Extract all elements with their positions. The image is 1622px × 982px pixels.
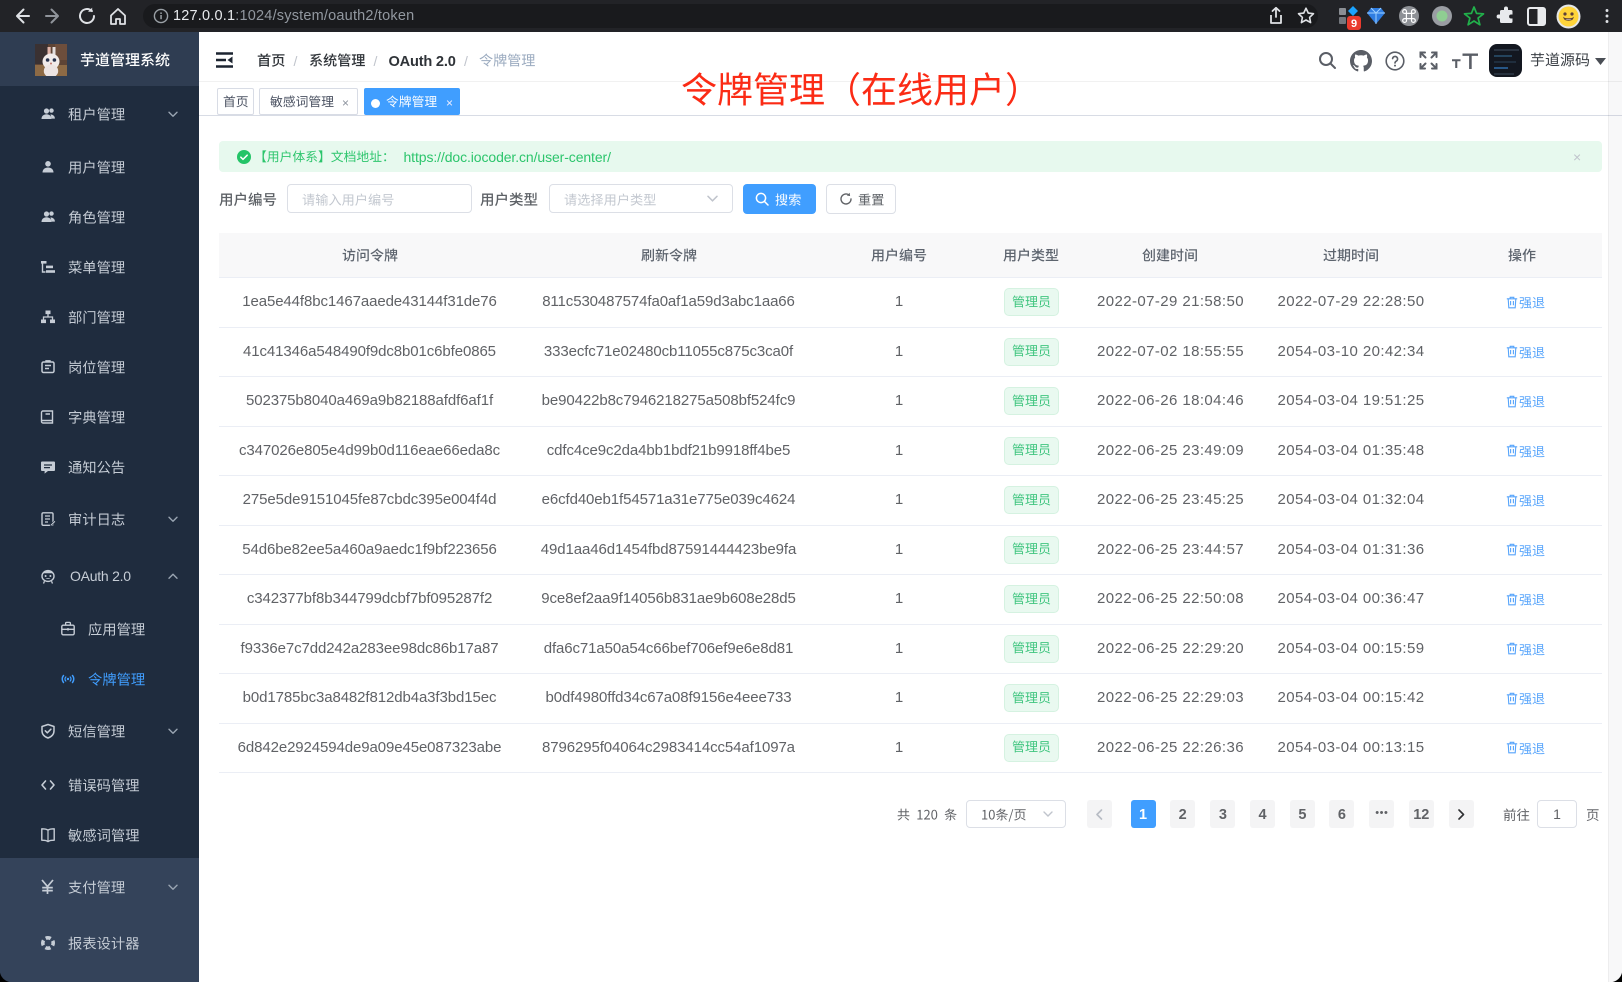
svg-text:9: 9	[1351, 18, 1357, 30]
